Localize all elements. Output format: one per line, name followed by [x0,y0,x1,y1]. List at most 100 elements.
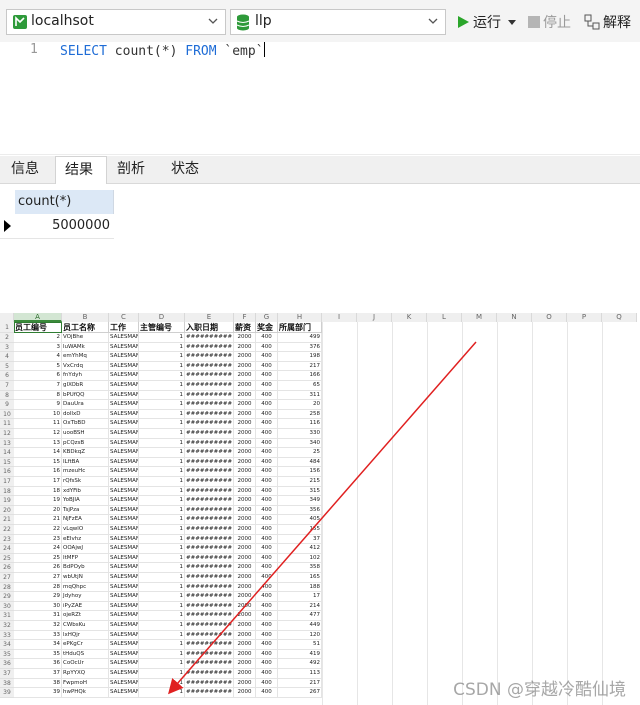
row-header[interactable]: 28 [0,582,14,593]
table-cell[interactable]: ########## [185,640,234,650]
table-cell[interactable]: SALESMAN [109,505,139,516]
table-cell[interactable]: 23 [14,534,62,545]
table-cell[interactable]: 165 [278,573,322,583]
table-cell[interactable]: ########## [185,496,234,506]
table-cell[interactable]: 21 [14,515,62,525]
table-cell[interactable]: ########## [185,630,234,641]
table-cell[interactable]: 2000 [234,640,256,650]
table-cell[interactable]: luWAMk [62,342,109,353]
table-cell[interactable]: 2000 [234,477,256,487]
table-cell[interactable]: 17 [278,592,322,602]
table-cell[interactable]: SALESMAN [109,419,139,429]
result-row[interactable]: 5000000 [0,214,114,239]
table-cell[interactable]: SALESMAN [109,438,139,449]
table-cell[interactable]: 34 [14,640,62,650]
table-cell[interactable]: ########## [185,505,234,516]
table-cell[interactable]: 1 [139,553,185,564]
table-cell[interactable]: SALESMAN [109,486,139,497]
table-cell[interactable]: 188 [278,582,322,593]
table-cell[interactable]: fnYdyh [62,371,109,381]
table-cell[interactable]: ########## [185,678,234,689]
table-cell[interactable]: 1 [139,409,185,420]
table-cell[interactable]: 376 [278,342,322,353]
table-cell[interactable]: 1 [139,342,185,353]
sheet-corner[interactable] [0,313,14,322]
table-cell[interactable]: 419 [278,649,322,660]
table-cell[interactable]: pCQzsB [62,438,109,449]
table-cell[interactable]: 37 [14,669,62,679]
table-cell[interactable]: 36 [14,659,62,669]
table-cell[interactable]: 1 [139,333,185,343]
table-cell[interactable]: 1 [139,525,185,535]
table-cell[interactable]: 1 [139,477,185,487]
table-cell[interactable]: 2000 [234,486,256,497]
table-cell[interactable]: 400 [256,390,278,401]
table-cell[interactable]: SALESMAN [109,400,139,410]
row-header[interactable]: 18 [0,486,14,497]
table-cell[interactable]: 1 [139,669,185,679]
table-cell[interactable]: CWbsKu [62,621,109,631]
table-cell[interactable]: 1 [139,467,185,477]
table-cell[interactable]: SALESMAN [109,592,139,602]
row-header[interactable]: 16 [0,467,14,477]
table-cell[interactable]: 1 [139,505,185,516]
table-cell[interactable]: 7 [14,381,62,391]
table-cell[interactable]: 3 [14,342,62,353]
table-cell[interactable]: 400 [256,419,278,429]
table-cell[interactable]: 400 [256,621,278,631]
table-cell[interactable]: 2000 [234,611,256,621]
table-cell[interactable]: ########## [185,486,234,497]
table-cell[interactable]: SALESMAN [109,429,139,439]
table-cell[interactable]: 400 [256,371,278,381]
table-cell[interactable]: 1 [139,438,185,449]
table-cell[interactable]: 8 [14,390,62,401]
table-cell[interactable]: 2000 [234,448,256,458]
header-cell[interactable]: 主管编号 [139,322,185,333]
table-cell[interactable]: 27 [14,573,62,583]
header-cell[interactable]: 奖金 [256,322,278,333]
header-cell[interactable]: 入职日期 [185,322,234,333]
table-cell[interactable]: 2000 [234,400,256,410]
table-cell[interactable]: 1 [139,352,185,362]
table-cell[interactable]: 29 [14,592,62,602]
table-cell[interactable]: 400 [256,601,278,612]
row-header[interactable]: 22 [0,525,14,535]
table-cell[interactable]: ########## [185,409,234,420]
table-cell[interactable]: ########## [185,429,234,439]
table-cell[interactable]: 358 [278,563,322,573]
table-cell[interactable]: 1 [139,534,185,545]
row-header[interactable]: 13 [0,438,14,449]
table-cell[interactable]: 400 [256,400,278,410]
connection-select[interactable]: localhsot [6,9,226,35]
table-cell[interactable]: 32 [14,621,62,631]
table-cell[interactable]: 1 [139,515,185,525]
table-cell[interactable]: SALESMAN [109,669,139,679]
table-cell[interactable]: 22 [14,525,62,535]
table-cell[interactable]: 2000 [234,563,256,573]
table-cell[interactable]: 19 [14,496,62,506]
table-cell[interactable]: ########## [185,669,234,679]
table-cell[interactable]: 30 [14,601,62,612]
table-cell[interactable]: 2000 [234,544,256,554]
table-cell[interactable]: 102 [278,553,322,564]
table-cell[interactable]: 113 [278,669,322,679]
row-header[interactable]: 3 [0,342,14,353]
table-cell[interactable]: ########## [185,333,234,343]
table-cell[interactable]: 400 [256,486,278,497]
table-cell[interactable]: 18 [14,486,62,497]
table-cell[interactable]: 1 [139,400,185,410]
row-header[interactable]: 7 [0,381,14,391]
row-header[interactable]: 14 [0,448,14,458]
row-header[interactable]: 23 [0,534,14,545]
table-cell[interactable]: rQfsSk [62,477,109,487]
header-cell[interactable]: 工作 [109,322,139,333]
table-cell[interactable]: ########## [185,553,234,564]
table-cell[interactable]: 1 [139,381,185,391]
column-header[interactable]: Q [602,313,637,322]
table-cell[interactable]: tHduQS [62,649,109,660]
row-header[interactable]: 5 [0,361,14,372]
table-cell[interactable]: TsjPza [62,505,109,516]
table-cell[interactable]: 5 [14,361,62,372]
table-cell[interactable]: VOjBhe [62,333,109,343]
table-cell[interactable]: 1 [139,582,185,593]
